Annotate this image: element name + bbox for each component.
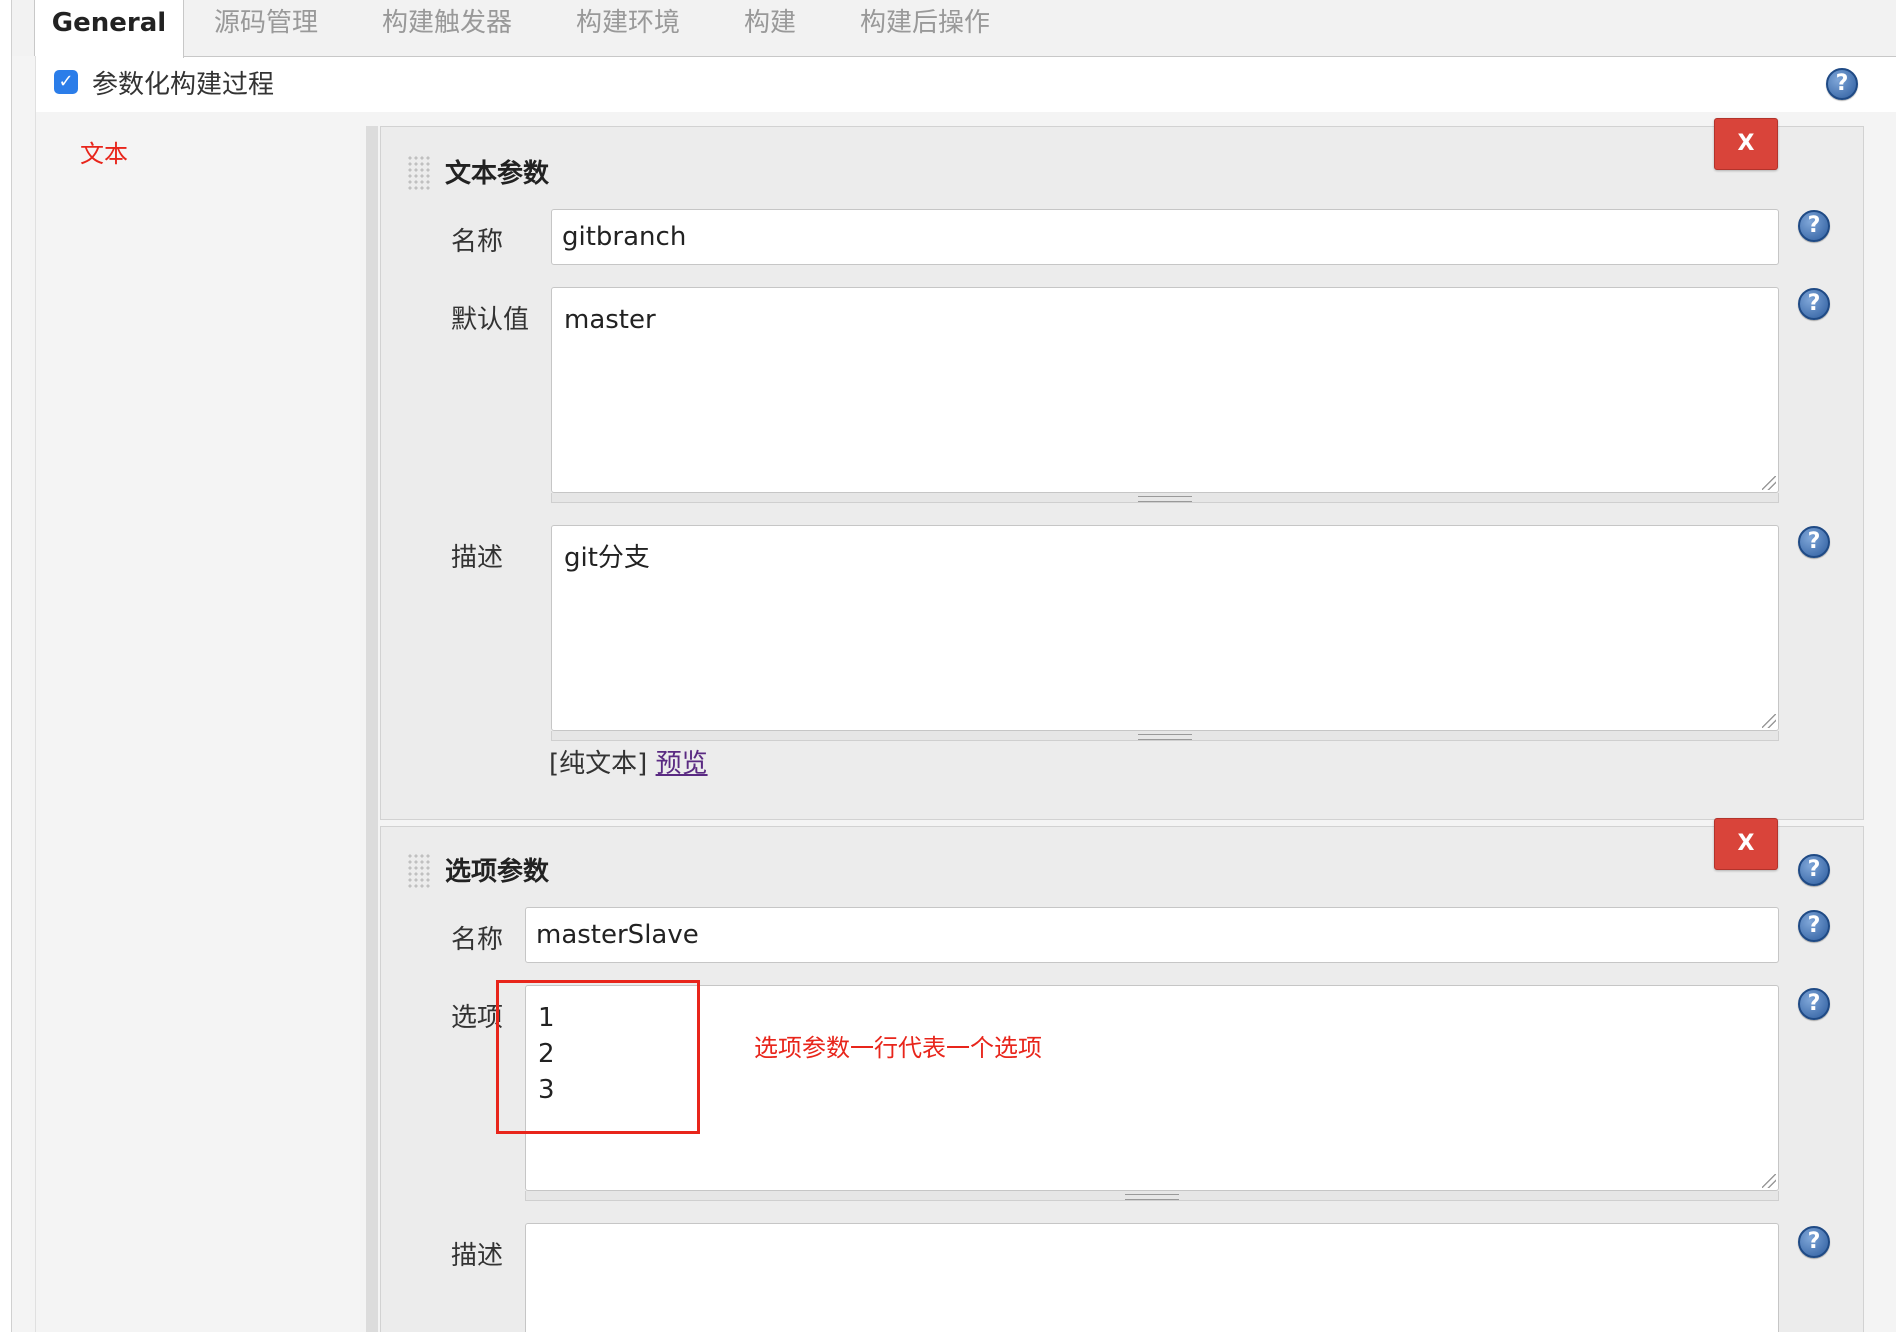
delete-text-parameter-button[interactable]: X — [1714, 118, 1778, 170]
annotation-choices-note: 选项参数一行代表一个选项 — [754, 1034, 1042, 1062]
description-label: 描述 — [451, 1241, 504, 1271]
plain-text-label: [纯文本] — [549, 749, 648, 779]
description-text: git分支 — [564, 543, 650, 573]
parameterized-checkbox[interactable]: ✓ — [54, 70, 78, 94]
default-value-label: 默认值 — [451, 305, 530, 335]
name-input[interactable]: gitbranch — [551, 209, 1779, 265]
textarea-grip[interactable] — [525, 1191, 1779, 1201]
help-icon[interactable]: ? — [1798, 210, 1830, 242]
tab-source-control[interactable]: 源码管理 — [214, 0, 318, 57]
section-rail — [12, 56, 36, 1332]
format-hint: [纯文本] 预览 — [549, 743, 708, 780]
description-textarea[interactable] — [525, 1223, 1779, 1332]
tab-build-environment[interactable]: 构建环境 — [576, 0, 680, 57]
tab-build[interactable]: 构建 — [744, 0, 796, 57]
tab-post-build[interactable]: 构建后操作 — [860, 0, 990, 57]
textarea-grip[interactable] — [551, 731, 1779, 741]
resize-handle-icon[interactable] — [1762, 1174, 1776, 1188]
parameterized-build-row: ✓ 参数化构建过程 — [36, 58, 1896, 112]
annotation-text-label: 文本 — [80, 140, 128, 168]
text-parameter-title: 文本参数 — [445, 159, 550, 189]
help-icon[interactable]: ? — [1798, 288, 1830, 320]
tab-bar: General 源码管理 构建触发器 构建环境 构建 构建后操作 — [12, 0, 1896, 58]
drag-handle-icon[interactable] — [407, 853, 431, 889]
help-icon[interactable]: ? — [1826, 68, 1858, 100]
left-border — [0, 0, 12, 1332]
delete-choice-parameter-button[interactable]: X — [1714, 818, 1778, 870]
help-icon[interactable]: ? — [1798, 988, 1830, 1020]
resize-handle-icon[interactable] — [1762, 714, 1776, 728]
default-value-textarea[interactable]: master — [551, 287, 1779, 493]
help-icon[interactable]: ? — [1798, 854, 1830, 886]
tab-build-triggers[interactable]: 构建触发器 — [382, 0, 512, 57]
preview-link[interactable]: 预览 — [656, 749, 708, 779]
help-icon[interactable]: ? — [1798, 910, 1830, 942]
name-label: 名称 — [451, 925, 504, 955]
name-input[interactable]: masterSlave — [525, 907, 1779, 963]
default-value-text: master — [564, 305, 656, 335]
description-textarea[interactable]: git分支 — [551, 525, 1779, 731]
resize-handle-icon[interactable] — [1762, 476, 1776, 490]
textarea-grip[interactable] — [551, 493, 1779, 503]
description-label: 描述 — [451, 543, 504, 573]
name-label: 名称 — [451, 227, 504, 257]
parameterized-label: 参数化构建过程 — [92, 70, 275, 100]
choice-parameter-title: 选项参数 — [445, 857, 550, 887]
help-icon[interactable]: ? — [1798, 1226, 1830, 1258]
help-icon[interactable]: ? — [1798, 526, 1830, 558]
tab-general[interactable]: General — [34, 0, 184, 58]
annotation-highlight-box — [496, 980, 700, 1134]
text-parameter-block: 文本参数 名称 gitbranch 默认值 master 描述 git分支 [纯… — [380, 126, 1864, 820]
drag-handle-icon[interactable] — [407, 155, 431, 191]
parameters-rail — [366, 126, 378, 1332]
choices-textarea[interactable]: 1 2 3 — [525, 985, 1779, 1191]
